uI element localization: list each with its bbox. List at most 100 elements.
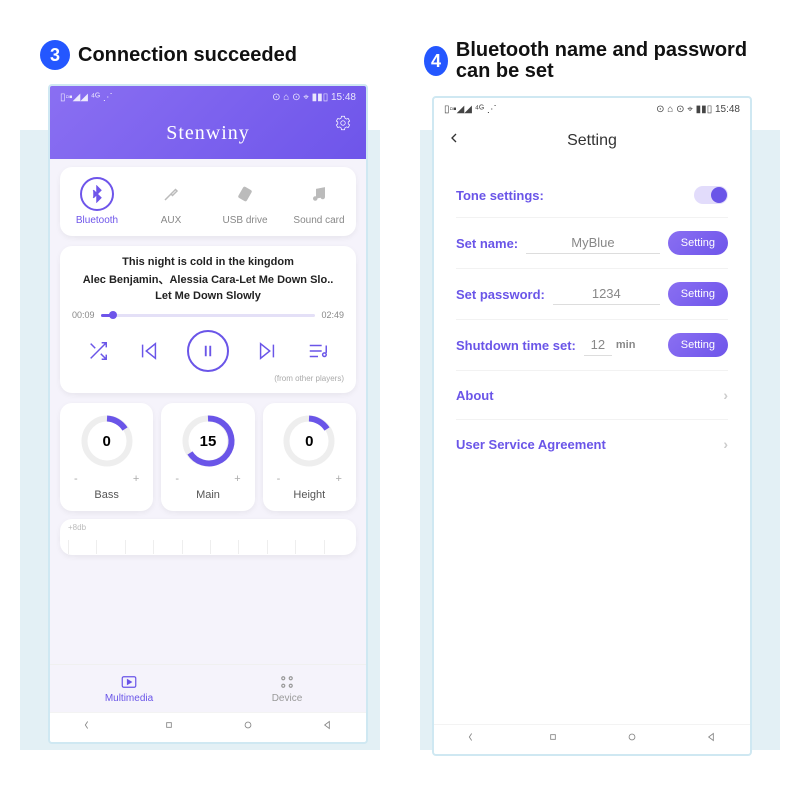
nav-home-icon[interactable] bbox=[162, 718, 176, 737]
progress-row: 00:09 02:49 bbox=[72, 310, 344, 320]
status-right: ⊙ ⌂ ⊙ ⌖ ▮▮▯ 15:48 bbox=[272, 92, 356, 103]
source-selector: Bluetooth AUX USB drive Sound card bbox=[60, 167, 356, 236]
playlist-icon[interactable] bbox=[304, 337, 332, 365]
dial-main[interactable]: 15 - + Main bbox=[161, 403, 254, 511]
phone-left: ▯▫▪◢◢ ⁴ᴳ ⋰ ⊙ ⌂ ⊙ ⌖ ▮▮▯ 15:48 Stenwiny Bl… bbox=[48, 84, 368, 744]
nav-menu-icon[interactable] bbox=[83, 718, 97, 737]
brand-logo: Stenwiny bbox=[50, 108, 366, 151]
height-label: Height bbox=[267, 489, 352, 501]
tone-toggle[interactable] bbox=[694, 186, 728, 204]
row-user-agreement[interactable]: User Service Agreement › bbox=[456, 419, 728, 468]
chevron-right-icon: › bbox=[723, 436, 728, 452]
bass-value: 0 bbox=[77, 411, 137, 471]
gear-icon[interactable] bbox=[334, 114, 352, 132]
eq-label: +8db bbox=[68, 523, 86, 532]
eq-card[interactable]: +8db bbox=[60, 519, 356, 555]
row-about[interactable]: About › bbox=[456, 370, 728, 419]
time-duration: 02:49 bbox=[321, 310, 344, 320]
track-artist-title: Alec Benjamin、Alessia Cara-Let Me Down S… bbox=[72, 271, 344, 287]
password-setting-button[interactable]: Setting bbox=[668, 282, 728, 306]
status-left: ▯▫▪◢◢ ⁴ᴳ ⋰ bbox=[444, 104, 497, 115]
bottom-tabs: Multimedia Device bbox=[50, 664, 366, 712]
dial-bass[interactable]: 0 - + Bass bbox=[60, 403, 153, 511]
set-password-label: Set password: bbox=[456, 287, 545, 302]
multimedia-icon bbox=[120, 673, 138, 691]
shutdown-input[interactable] bbox=[584, 334, 612, 356]
from-other-players: (from other players) bbox=[72, 374, 344, 383]
row-tone-settings: Tone settings: bbox=[456, 173, 728, 218]
previous-icon[interactable] bbox=[135, 337, 163, 365]
status-right: ⊙ ⌂ ⊙ ⌖ ▮▮▯ 15:48 bbox=[656, 104, 740, 115]
tab-device[interactable]: Device bbox=[208, 673, 366, 704]
set-name-label: Set name: bbox=[456, 236, 518, 251]
row-set-name: Set name: Setting bbox=[456, 218, 728, 269]
android-navbar bbox=[50, 712, 366, 742]
name-input[interactable] bbox=[526, 232, 660, 254]
bass-label: Bass bbox=[64, 489, 149, 501]
row-set-password: Set password: Setting bbox=[456, 269, 728, 320]
gauge-bass: 0 bbox=[77, 411, 137, 471]
pause-button[interactable] bbox=[187, 330, 229, 372]
minus-icon[interactable]: - bbox=[277, 473, 281, 485]
next-icon[interactable] bbox=[253, 337, 281, 365]
height-value: 0 bbox=[279, 411, 339, 471]
plus-icon[interactable]: + bbox=[336, 473, 342, 485]
nav-back-icon[interactable] bbox=[704, 730, 718, 749]
lyric-line: This night is cold in the kingdom bbox=[72, 256, 344, 268]
player-card: This night is cold in the kingdom Alec B… bbox=[60, 246, 356, 393]
source-soundcard-label: Sound card bbox=[282, 215, 356, 226]
step-number-3: 3 bbox=[40, 40, 70, 70]
main-label: Main bbox=[165, 489, 250, 501]
tab-multimedia-label: Multimedia bbox=[105, 693, 153, 704]
agreement-label: User Service Agreement bbox=[456, 437, 606, 452]
main-value: 15 bbox=[178, 411, 238, 471]
chevron-right-icon: › bbox=[723, 387, 728, 403]
nav-home-icon[interactable] bbox=[546, 730, 560, 749]
nav-menu-icon[interactable] bbox=[467, 730, 481, 749]
source-bluetooth-label: Bluetooth bbox=[60, 215, 134, 226]
music-icon bbox=[302, 177, 336, 211]
time-current: 00:09 bbox=[72, 310, 95, 320]
settings-header: Setting bbox=[434, 120, 750, 161]
tab-multimedia[interactable]: Multimedia bbox=[50, 673, 208, 704]
step-header-3: 3 Connection succeeded bbox=[30, 40, 386, 70]
step-header-4: 4 Bluetooth name and password can be set bbox=[414, 40, 770, 82]
minus-icon[interactable]: - bbox=[74, 473, 78, 485]
device-icon bbox=[278, 673, 296, 691]
minus-icon[interactable]: - bbox=[175, 473, 179, 485]
source-bluetooth[interactable]: Bluetooth bbox=[60, 177, 134, 226]
shutdown-setting-button[interactable]: Setting bbox=[668, 333, 728, 357]
status-left: ▯▫▪◢◢ ⁴ᴳ ⋰ bbox=[60, 92, 113, 103]
source-soundcard[interactable]: Sound card bbox=[282, 177, 356, 226]
track-title: Let Me Down Slowly bbox=[72, 290, 344, 302]
shutdown-label: Shutdown time set: bbox=[456, 338, 576, 353]
settings-title: Setting bbox=[446, 132, 738, 150]
status-bar: ▯▫▪◢◢ ⁴ᴳ ⋰ ⊙ ⌂ ⊙ ⌖ ▮▮▯ 15:48 bbox=[434, 98, 750, 120]
step-title-4: Bluetooth name and password can be set bbox=[456, 40, 770, 82]
source-aux[interactable]: AUX bbox=[134, 177, 208, 226]
about-label: About bbox=[456, 388, 494, 403]
android-navbar bbox=[434, 724, 750, 754]
password-input[interactable] bbox=[553, 283, 660, 305]
gauge-height: 0 bbox=[279, 411, 339, 471]
plus-icon[interactable]: + bbox=[234, 473, 240, 485]
seek-bar[interactable] bbox=[101, 314, 316, 317]
bluetooth-icon bbox=[80, 177, 114, 211]
aux-icon bbox=[154, 177, 188, 211]
name-setting-button[interactable]: Setting bbox=[668, 231, 728, 255]
plus-icon[interactable]: + bbox=[133, 473, 139, 485]
tab-device-label: Device bbox=[272, 693, 303, 704]
phone-right: ▯▫▪◢◢ ⁴ᴳ ⋰ ⊙ ⌂ ⊙ ⌖ ▮▮▯ 15:48 Setting Ton… bbox=[432, 96, 752, 756]
source-usb[interactable]: USB drive bbox=[208, 177, 282, 226]
app-header: ▯▫▪◢◢ ⁴ᴳ ⋰ ⊙ ⌂ ⊙ ⌖ ▮▮▯ 15:48 Stenwiny bbox=[50, 86, 366, 159]
nav-circle-icon[interactable] bbox=[625, 730, 639, 749]
nav-back-icon[interactable] bbox=[320, 718, 334, 737]
shuffle-icon[interactable] bbox=[84, 337, 112, 365]
source-usb-label: USB drive bbox=[208, 215, 282, 226]
dial-height[interactable]: 0 - + Height bbox=[263, 403, 356, 511]
step-title-3: Connection succeeded bbox=[78, 45, 297, 66]
tone-settings-label: Tone settings: bbox=[456, 188, 544, 203]
nav-circle-icon[interactable] bbox=[241, 718, 255, 737]
source-aux-label: AUX bbox=[134, 215, 208, 226]
step-number-4: 4 bbox=[424, 46, 448, 76]
